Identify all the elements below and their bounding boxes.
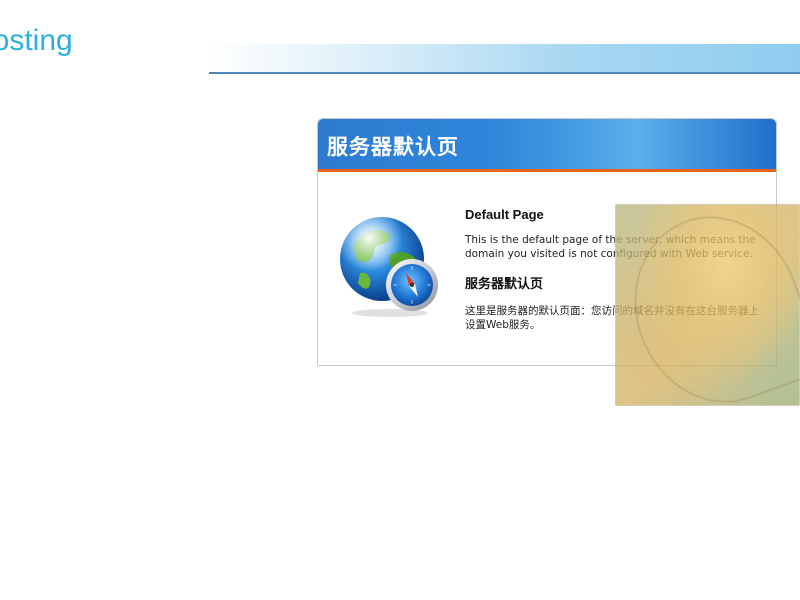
logo-text: iosting [0, 24, 73, 57]
card-title-bar: 服务器默认页 [318, 119, 776, 172]
card-title: 服务器默认页 [327, 135, 459, 159]
header-band [209, 44, 800, 74]
globe-compass-icon [340, 217, 438, 317]
overlay-leaf-photo [615, 204, 800, 406]
